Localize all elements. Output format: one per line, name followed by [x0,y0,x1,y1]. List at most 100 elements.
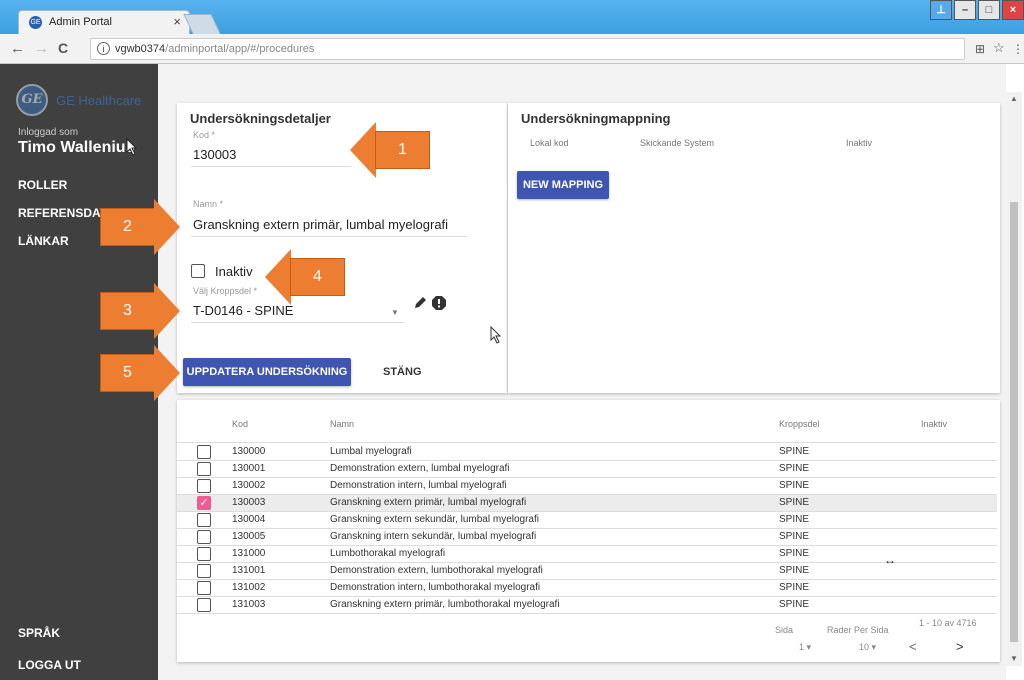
new-mapping-button[interactable]: NEW MAPPING [517,171,609,199]
row-kroppsdel: SPINE [779,514,810,525]
browser-tab[interactable]: GE Admin Portal × [18,10,190,34]
maximize-button[interactable]: □ [978,0,1000,20]
scrollbar-thumb[interactable] [1010,202,1018,642]
row-checkbox[interactable] [197,547,211,561]
bookmark-star-icon[interactable]: ☆ [993,40,1005,56]
row-checkbox[interactable] [197,581,211,595]
row-checkbox[interactable] [197,445,211,459]
scroll-up-icon[interactable]: ▲ [1010,94,1018,103]
url-text: vgwb0374/adminportal/app/#/procedures [115,43,314,55]
procedures-table-card: Kod Namn Kroppsdel Inaktiv 130000 Lumbal … [177,400,1000,662]
window-user-icon[interactable]: ⊥ [930,0,952,20]
scroll-down-icon[interactable]: ▼ [1010,654,1018,663]
row-namn: Demonstration intern, lumbothorakal myel… [330,582,541,593]
row-kroppsdel: SPINE [779,531,810,542]
row-kod: 130005 [232,531,266,542]
brand-logo: GE GE Healthcare [16,84,141,116]
callout-4-arrowhead [265,249,291,305]
row-kod: 130001 [232,463,266,474]
details-title: Undersökningsdetaljer [190,111,331,126]
back-button[interactable]: ← [10,40,25,57]
row-kroppsdel: SPINE [779,582,810,593]
inaktiv-checkbox[interactable] [191,264,205,278]
mouse-pointer-icon [490,326,502,344]
table-row[interactable]: ✓ 130003 Granskning extern primär, lumbal … [177,495,997,512]
rows-per-page-value: 10 [859,642,870,652]
col-resize-cursor-icon: ↔ [884,553,896,567]
row-checkbox[interactable] [197,513,211,527]
url-host: vgwb0374 [115,43,166,55]
row-kroppsdel: SPINE [779,548,810,559]
sidebar-item-lankar[interactable]: LÄNKAR [18,234,69,248]
table-row[interactable]: 130000 Lumbal myelografi SPINE [177,444,997,461]
user-name: Timo Wallenius [18,139,135,156]
table-row[interactable]: 131003 Granskning extern primär, lumbotho… [177,597,997,614]
forward-button[interactable]: → [34,40,49,57]
page-scrollbar[interactable]: ▲ ▼ [1006,92,1022,666]
row-kod: 130003 [232,497,266,508]
kod-label: Kod * [193,130,216,140]
window-controls: ⊥ – □ × [928,0,1024,20]
row-kod: 131003 [232,599,266,610]
mapping-col-skickande-system: Skickande System [640,138,715,148]
site-info-icon[interactable]: i [97,42,110,55]
callout-5: 5 [100,345,180,401]
namn-input[interactable]: Granskning extern primär, lumbal myelogr… [193,217,448,232]
table-row[interactable]: 130004 Granskning extern sekundär, lumbal… [177,512,997,529]
table-row[interactable]: 131000 Lumbothorakal myelografi SPINE [177,546,997,563]
next-page-button[interactable]: > [956,639,964,654]
mapping-col-lokal-kod: Lokal kod [530,138,569,148]
kroppsdel-select[interactable]: T-D0146 - SPINE [193,303,293,318]
tab-title: Admin Portal [49,16,112,28]
edit-pencil-icon[interactable] [413,296,427,310]
url-input[interactable]: i vgwb0374/adminportal/app/#/procedures [90,38,965,60]
row-checkbox[interactable] [197,564,211,578]
table-row[interactable]: 131002 Demonstration intern, lumbothoraka… [177,580,997,597]
row-kroppsdel: SPINE [779,446,810,457]
browser-menu-icon[interactable]: ⋮ [1012,42,1024,56]
namn-label: Namn * [193,199,224,209]
chevron-down-icon[interactable]: ▼ [391,308,399,317]
table-row[interactable]: 130005 Granskning intern sekundär, lumbal… [177,529,997,546]
table-row[interactable]: 131001 Demonstration extern, lumbothoraka… [177,563,997,580]
row-checkbox[interactable] [197,479,211,493]
reload-button[interactable]: C [58,40,68,56]
table-header-kroppsdel[interactable]: Kroppsdel [779,419,820,429]
sidebar-item-sprak[interactable]: SPRÅK [18,626,60,640]
table-header-inaktiv[interactable]: Inaktiv [921,419,947,429]
translate-icon[interactable]: ⊞ [975,42,985,56]
row-checkbox[interactable] [197,530,211,544]
callout-2-label: 2 [100,208,155,246]
row-namn: Demonstration intern, lumbal myelografi [330,480,507,491]
row-checkbox[interactable] [197,598,211,612]
update-procedure-button[interactable]: UPPDATERA UNDERSÖKNING [183,358,351,386]
row-checkbox[interactable]: ✓ [197,496,211,510]
table-row[interactable]: 130002 Demonstration intern, lumbal myelo… [177,478,997,495]
row-kroppsdel: SPINE [779,565,810,576]
sidebar-item-logout[interactable]: LOGGA UT [18,658,81,672]
tab-close-icon[interactable]: × [173,14,181,29]
table-header-namn[interactable]: Namn [330,419,354,429]
pager-range: 1 - 10 av 4716 [919,618,977,628]
row-kroppsdel: SPINE [779,599,810,610]
minimize-button[interactable]: – [954,0,976,20]
row-kod: 130000 [232,446,266,457]
kod-input[interactable]: 130003 [193,147,236,162]
table-row[interactable]: 130001 Demonstration extern, lumbal myelo… [177,461,997,478]
row-namn: Granskning intern sekundär, lumbal myelo… [330,531,537,542]
rows-per-page-select[interactable]: 10 ▾ [859,642,876,653]
sidebar-item-roller[interactable]: ROLLER [18,178,67,192]
row-kod: 131000 [232,548,266,559]
row-kroppsdel: SPINE [779,480,810,491]
ge-logo-icon: GE [16,84,48,116]
callout-3: 3 [100,283,180,339]
table-header-kod[interactable]: Kod [232,419,248,429]
mapping-card: Undersökningmappning Lokal kod Skickande… [508,103,1000,393]
close-window-button[interactable]: × [1002,0,1024,20]
kroppsdel-underline [191,322,405,323]
prev-page-button[interactable]: < [909,639,917,654]
row-checkbox[interactable] [197,462,211,476]
callout-4: 4 [265,249,345,305]
close-button[interactable]: STÄNG [383,366,422,378]
page-select[interactable]: 1 ▾ [799,642,811,653]
